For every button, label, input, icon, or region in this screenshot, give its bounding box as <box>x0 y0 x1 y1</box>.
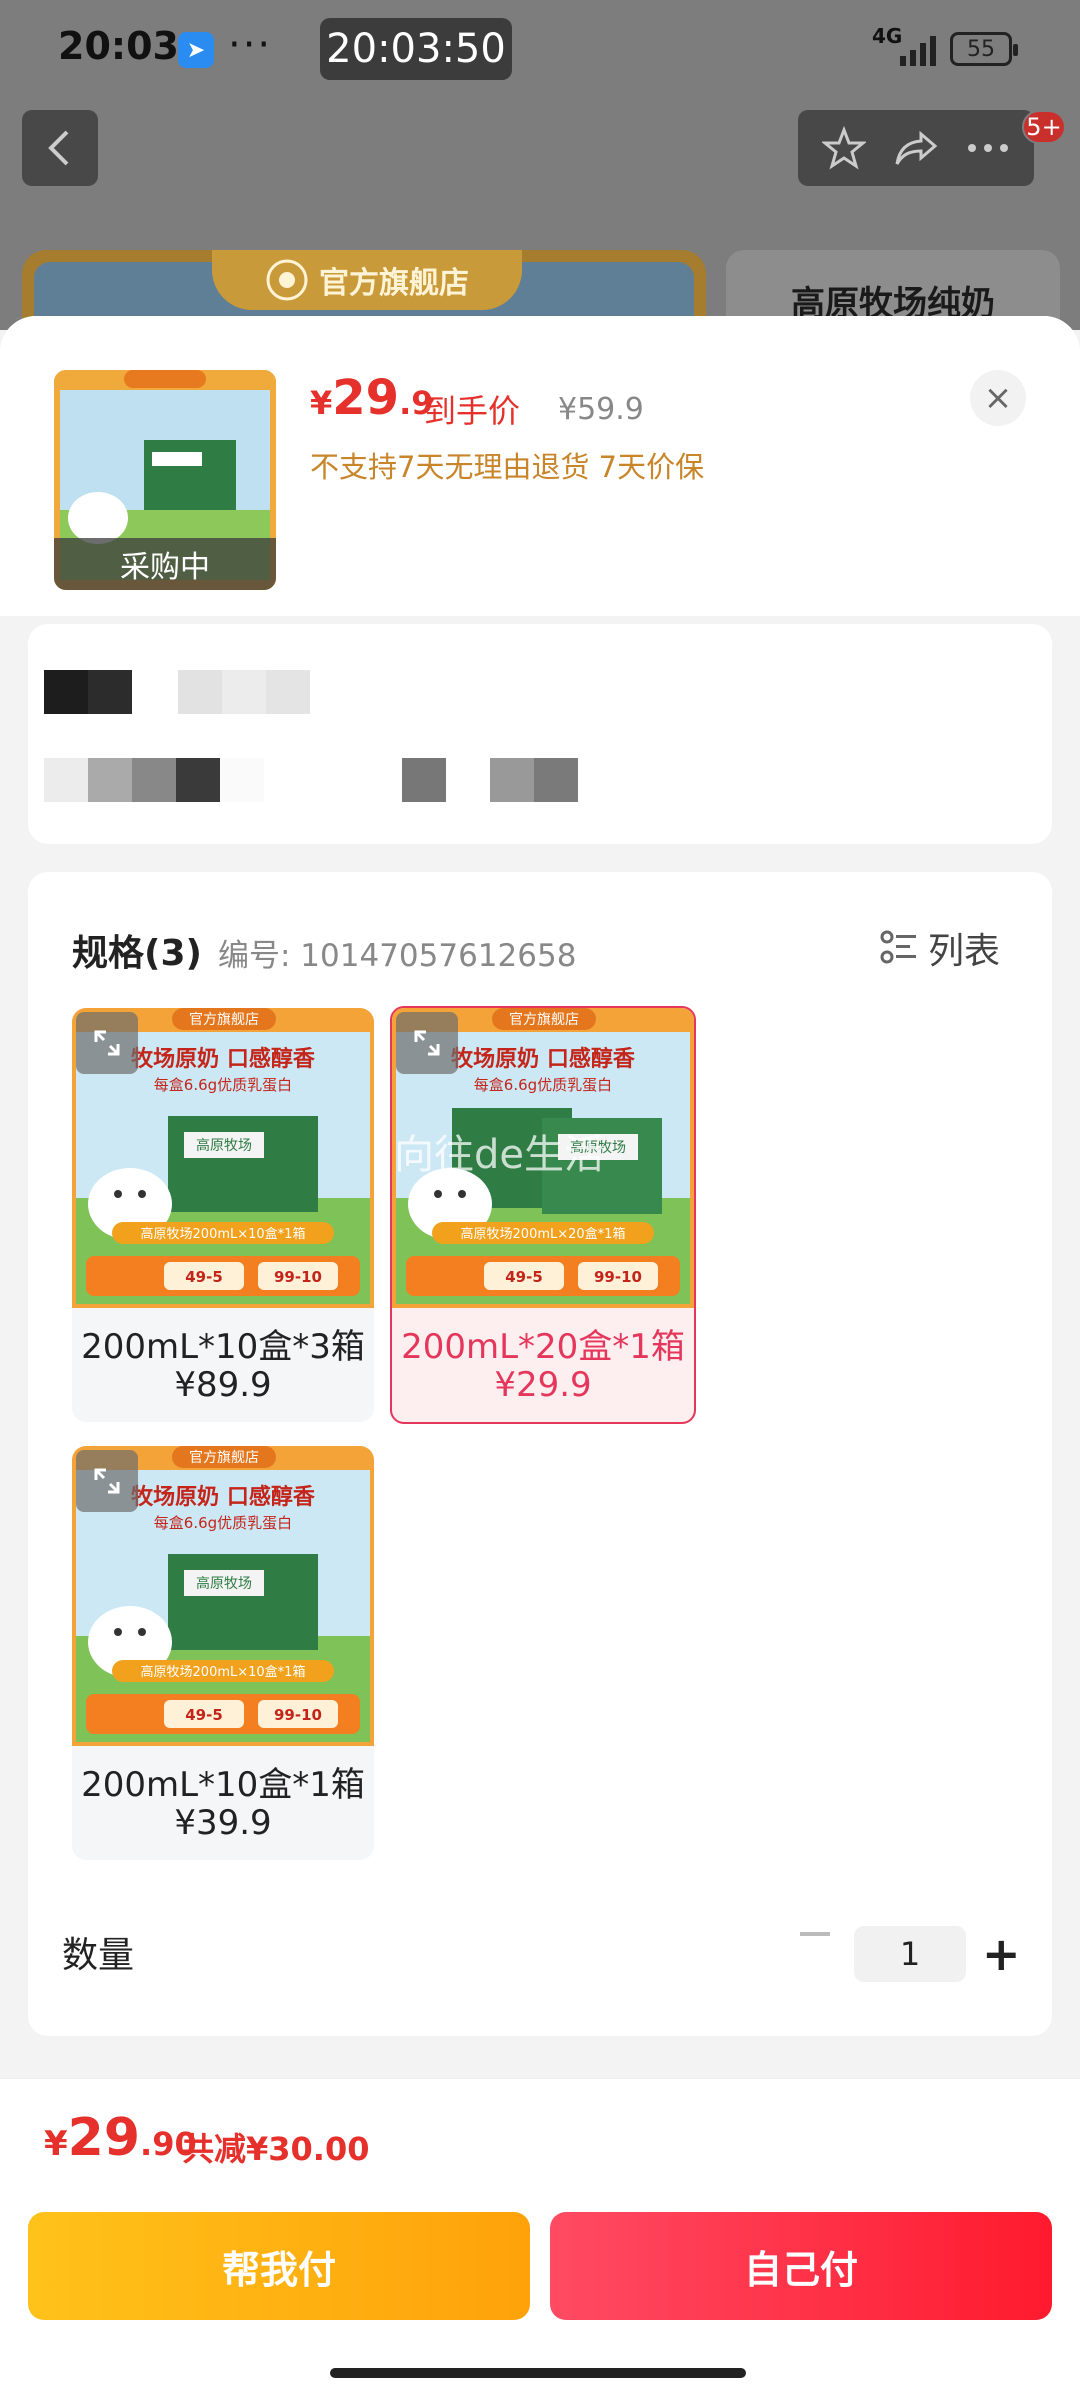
option-price: ¥29.9 <box>494 1365 592 1405</box>
spec-option-2[interactable]: 官方旗舰店 牧场原奶 口感醇香 每盒6.6g优质乳蛋白 高原牧场 高原牧场200… <box>390 1006 696 1424</box>
expand-icon[interactable] <box>76 1012 138 1074</box>
watermark-text: 向往de生活 <box>394 1132 604 1178</box>
star-icon[interactable] <box>821 126 866 170</box>
coupon-1: 49-5 <box>185 1268 223 1286</box>
help-pay-button[interactable]: 帮我付 <box>28 2212 530 2320</box>
clock-badge: 20:03:50 <box>320 18 512 80</box>
image-headline: 牧场原奶 口感醇香 <box>131 1484 315 1510</box>
image-subline: 每盒6.6g优质乳蛋白 <box>154 1514 292 1532</box>
coupon-1: 49-5 <box>185 1706 223 1724</box>
box-label: 高原牧场 <box>196 1575 252 1592</box>
quantity-input[interactable]: 1 <box>854 1926 966 1982</box>
battery-level: 55 <box>967 36 995 62</box>
expand-icon[interactable] <box>76 1450 138 1512</box>
coupon-1: 49-5 <box>505 1268 543 1286</box>
store-banner-label: 官方旗舰店 <box>212 250 522 310</box>
savings-text: 共减¥30.00 <box>182 2130 370 2168</box>
option-price: ¥89.9 <box>174 1365 272 1405</box>
back-button[interactable] <box>22 110 98 186</box>
footer-price-integer: 29 <box>67 2108 141 2168</box>
footer-price-symbol: ¥ <box>44 2124 68 2164</box>
coupon-2: 99-10 <box>594 1268 642 1286</box>
store-caption: 官方旗舰店 <box>189 1450 259 1466</box>
option-image: 官方旗舰店 牧场原奶 口感醇香 每盒6.6g优质乳蛋白 高原牧场 高原牧场200… <box>72 1008 374 1308</box>
original-price: ¥59.9 <box>558 392 644 427</box>
price-symbol: ¥ <box>310 384 333 422</box>
top-actions <box>798 110 1034 186</box>
spec-option-1[interactable]: 官方旗舰店 牧场原奶 口感醇香 每盒6.6g优质乳蛋白 高原牧场 高原牧场200… <box>72 1008 374 1422</box>
sheet-price: ¥29.9 <box>310 370 433 426</box>
image-status-tag: 采购中 <box>54 538 276 590</box>
redacted-address <box>44 670 578 802</box>
battery-icon: 55 <box>950 32 1018 66</box>
spec-title: 规格(3) <box>72 933 202 974</box>
more-icon[interactable] <box>966 142 1010 154</box>
quantity-plus-button[interactable]: + <box>982 1931 1021 1977</box>
image-headline: 牧场原奶 口感醇香 <box>131 1046 315 1072</box>
coupon-2: 99-10 <box>274 1706 322 1724</box>
option-price: ¥39.9 <box>174 1803 272 1843</box>
list-icon <box>880 930 916 964</box>
option-spec: 200mL*10盒*3箱 <box>81 1327 365 1367</box>
image-subline: 每盒6.6g优质乳蛋白 <box>154 1076 292 1094</box>
close-button[interactable]: × <box>970 370 1026 426</box>
address-card[interactable] <box>28 624 1052 844</box>
list-view-label: 列表 <box>928 931 1001 972</box>
chevron-left-icon <box>48 130 69 166</box>
option-spec: 200mL*20盒*1箱 <box>401 1327 685 1367</box>
option-label: 200mL*10盒*1箱 ¥39.9 <box>72 1746 374 1842</box>
strip-caption: 高原牧场200mL×10盒*1箱 <box>141 1226 306 1242</box>
option-label: 200mL*10盒*3箱 ¥89.9 <box>72 1308 374 1404</box>
more-notifications-icon: ··· <box>228 22 273 68</box>
footer-price: ¥29.90 <box>44 2108 197 2168</box>
final-price-label: 到手价 <box>424 392 521 430</box>
app-notification-icon: ➤ <box>178 32 214 68</box>
image-subline: 每盒6.6g优质乳蛋白 <box>474 1076 612 1094</box>
box-label: 高原牧场 <box>196 1137 252 1154</box>
share-icon[interactable] <box>893 128 939 168</box>
status-time: 20:03 <box>58 24 179 68</box>
expand-icon[interactable] <box>396 1012 458 1074</box>
home-indicator[interactable] <box>330 2368 746 2378</box>
strip-caption: 高原牧场200mL×20盒*1箱 <box>461 1226 626 1242</box>
spec-number: 编号: 10147057612658 <box>218 938 577 974</box>
option-image: 官方旗舰店 牧场原奶 口感醇香 每盒6.6g优质乳蛋白 高原牧场 高原牧场200… <box>72 1446 374 1746</box>
option-spec: 200mL*10盒*1箱 <box>81 1765 365 1805</box>
store-logo-icon <box>266 259 308 301</box>
status-bar: 20:03 ➤ ··· 20:03:50 4G 55 <box>0 0 1080 100</box>
close-icon: × <box>983 378 1013 418</box>
spec-option-3[interactable]: 官方旗舰店 牧场原奶 口感醇香 每盒6.6g优质乳蛋白 高原牧场 高原牧场200… <box>72 1446 374 1860</box>
store-caption: 官方旗舰店 <box>189 1012 259 1028</box>
store-caption: 官方旗舰店 <box>509 1012 579 1028</box>
return-policy-text: 不支持7天无理由退货 7天价保 <box>310 450 705 484</box>
price-integer: 29 <box>332 370 400 426</box>
coupon-2: 99-10 <box>274 1268 322 1286</box>
list-view-button[interactable]: 列表 <box>880 922 1000 974</box>
option-label: 200mL*20盒*1箱 ¥29.9 <box>392 1308 694 1404</box>
quantity-minus-button[interactable] <box>800 1932 830 1936</box>
signal-icon <box>900 36 936 66</box>
quantity-label: 数量 <box>62 1935 135 1976</box>
message-badge: 5+ <box>1022 110 1066 144</box>
store-banner-text: 官方旗舰店 <box>319 266 469 301</box>
image-headline: 牧场原奶 口感醇香 <box>451 1046 635 1072</box>
strip-caption: 高原牧场200mL×10盒*1箱 <box>141 1664 306 1680</box>
self-pay-button[interactable]: 自己付 <box>550 2212 1052 2320</box>
